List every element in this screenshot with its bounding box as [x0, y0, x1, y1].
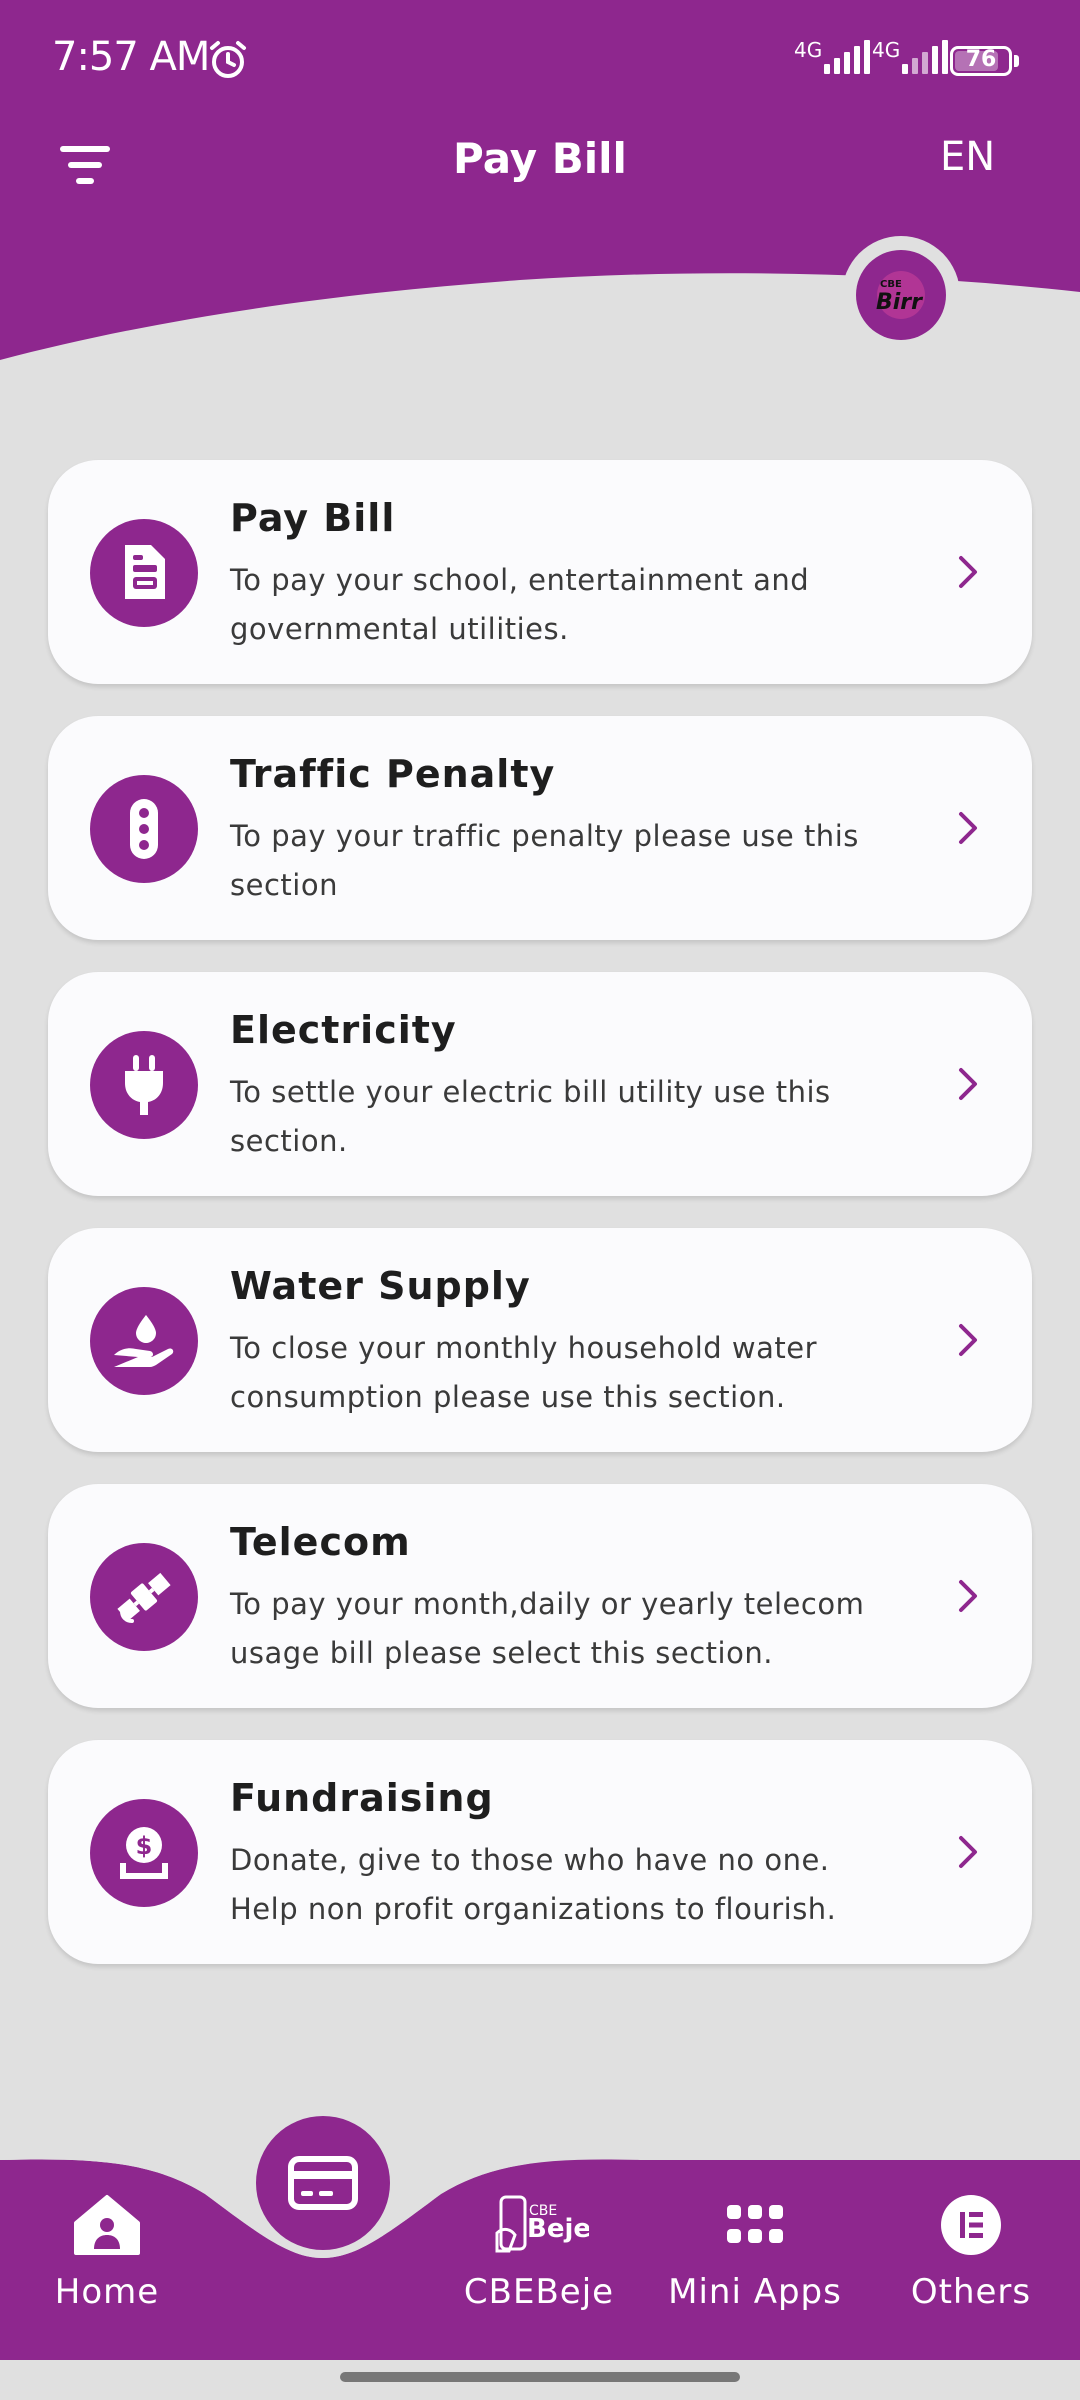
others-icon	[941, 2195, 1001, 2255]
chevron-right-icon	[959, 556, 977, 588]
plug-icon	[90, 1031, 198, 1139]
cbebeje-logo-icon: CBE Beje	[495, 2195, 589, 2253]
grid-apps-icon	[727, 2205, 783, 2243]
cbebirr-logo-badge: CBE Birr	[856, 250, 946, 340]
nav-label-home: Home	[54, 2272, 160, 2312]
bottom-navigation: Home CBE Beje CBEBeje Mini Apps Others	[0, 2100, 1080, 2400]
battery-cap	[1014, 55, 1019, 67]
chevron-right-icon	[959, 1324, 977, 1356]
card-title: Traffic Penalty	[230, 752, 556, 796]
card-icon	[288, 2156, 358, 2210]
nav-label-cbebeje: CBEBeje	[463, 2272, 615, 2312]
card-description: To settle your electric bill utility use…	[230, 1075, 831, 1158]
nav-home[interactable]: Home	[7, 2190, 207, 2312]
donate-icon: $	[90, 1799, 198, 1907]
card-description: To pay your school, entertainment and go…	[230, 563, 810, 646]
battery-level: 76	[965, 47, 997, 72]
nav-others[interactable]: Others	[871, 2190, 1071, 2312]
network-type-2: 4G	[872, 38, 901, 62]
card-water-supply[interactable]: Water Supply To close your monthly house…	[48, 1228, 1032, 1452]
card-description: To pay your month,daily or yearly teleco…	[230, 1587, 865, 1670]
card-title: Electricity	[230, 1008, 457, 1052]
document-icon	[90, 519, 198, 627]
card-title: Telecom	[230, 1520, 411, 1564]
nav-label-others: Others	[910, 2272, 1032, 2312]
svg-text:$: $	[136, 1832, 153, 1860]
signal-bars-icon	[824, 38, 871, 74]
signal-2: 4G	[872, 38, 949, 74]
page-title: Pay Bill	[453, 134, 627, 183]
card-traffic-penalty[interactable]: Traffic Penalty To pay your traffic pena…	[48, 716, 1032, 940]
chevron-right-icon	[959, 1836, 977, 1868]
card-telecom[interactable]: Telecom To pay your month,daily or yearl…	[48, 1484, 1032, 1708]
nav-cbebeje[interactable]: CBE Beje CBEBeje	[439, 2190, 639, 2312]
cbebirr-logo-graphic: CBE Birr	[876, 271, 925, 319]
card-electricity[interactable]: Electricity To settle your electric bill…	[48, 972, 1032, 1196]
card-title: Pay Bill	[230, 496, 396, 540]
card-description: To close your monthly household water co…	[230, 1331, 818, 1414]
cbebeje-logo-text: Beje	[527, 2214, 589, 2244]
card-pay-bill[interactable]: Pay Bill To pay your school, entertainme…	[48, 460, 1032, 684]
language-button[interactable]: EN	[940, 134, 995, 180]
chevron-right-icon	[959, 1068, 977, 1100]
network-type-1: 4G	[794, 38, 823, 62]
nav-mini-apps[interactable]: Mini Apps	[655, 2190, 855, 2312]
status-time: 7:57 AM	[52, 34, 210, 80]
card-description: Donate, give to those who have no one. H…	[230, 1843, 837, 1926]
gesture-bar[interactable]	[340, 2372, 740, 2382]
nav-label-mini-apps: Mini Apps	[668, 2272, 842, 2312]
cbebirr-logo: CBE Birr	[842, 236, 960, 354]
pay-bill-card-button[interactable]	[256, 2116, 390, 2250]
chevron-right-icon	[959, 1580, 977, 1612]
chevron-right-icon	[959, 812, 977, 844]
card-fundraising[interactable]: $ Fundraising Donate, give to those who …	[48, 1740, 1032, 1964]
signal-1: 4G	[794, 38, 871, 74]
satellite-icon	[90, 1543, 198, 1651]
home-icon	[74, 2195, 140, 2255]
alarm-icon	[210, 41, 246, 78]
logo-small-text: CBE	[880, 279, 902, 290]
water-hand-icon	[90, 1287, 198, 1395]
signal-bars-icon	[902, 38, 949, 74]
card-title: Water Supply	[230, 1264, 531, 1308]
service-list: Pay Bill To pay your school, entertainme…	[48, 460, 1032, 1996]
logo-text: Birr	[876, 290, 923, 315]
battery-icon: 76	[950, 46, 1012, 76]
traffic-light-icon	[90, 775, 198, 883]
card-title: Fundraising	[230, 1776, 494, 1820]
status-bar: 7:57 AM 4G 4G 76	[0, 0, 1080, 120]
card-description: To pay your traffic penalty please use t…	[230, 819, 859, 902]
